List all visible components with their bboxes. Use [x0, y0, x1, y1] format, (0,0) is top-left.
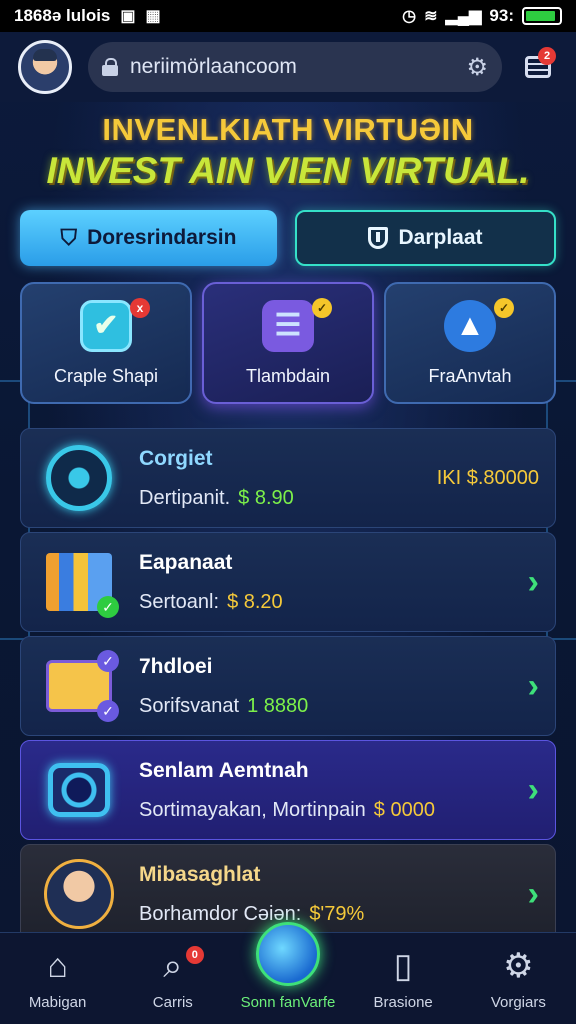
nav-label: Brasione — [373, 994, 433, 1011]
nav-badge: 0 — [185, 946, 204, 964]
url-text[interactable]: neriimörlaancoom — [130, 55, 454, 79]
list-item[interactable]: ✓ ✓ 7hdloei Sorifsvanat 1 8880 › — [20, 636, 556, 736]
category-card-3[interactable]: ▲ ✓ FraAnvtah — [384, 282, 556, 404]
hero-title-line2: INVEST AIN VIEN VIRTUAL. — [46, 150, 530, 191]
chevron-right-icon[interactable]: › — [528, 563, 539, 602]
avatar[interactable] — [18, 40, 72, 94]
row-icon-wrap — [39, 754, 119, 826]
menu-button[interactable]: 2 — [518, 47, 558, 87]
check-icon: ✓ — [97, 596, 119, 618]
secondary-action-button[interactable]: Darplaat — [295, 210, 556, 266]
list-item[interactable]: ✓ Eapanaat Sertoanl: $ 8.20 › — [20, 532, 556, 632]
chevron-right-icon[interactable]: › — [528, 875, 539, 914]
category-badge: x — [130, 298, 150, 318]
row-icon-wrap: ✓ — [39, 546, 119, 618]
row-title: 7hdloei — [139, 654, 213, 678]
status-time: 93: — [489, 6, 514, 25]
row-subtitle: Sertoanl: $ 8.20 — [139, 591, 528, 614]
row-title: Eapanaat — [139, 550, 233, 574]
row-sub-label: Borhamdor Cəiən: — [139, 902, 302, 925]
row-subtitle: Sortimayakan, Mortinpain $ 0000 — [139, 799, 528, 822]
category-row: ✔ x Craple Shapi ☰ ✓ Tlambdain ▲ ✓ FraAn… — [20, 282, 556, 404]
nav-item-settings[interactable]: ⚙ Vorgiars — [463, 946, 573, 1011]
row-amount: $ 8.20 — [227, 590, 283, 613]
nav-label: Sonn fanVarfe — [240, 994, 336, 1011]
checkbox-icon: ✔ — [80, 299, 132, 352]
action-row: ⛉ Doresrindarsin Darplaat — [20, 210, 556, 266]
nav-item-globe[interactable]: Sonn fanVarfe — [233, 922, 343, 1011]
target-icon — [46, 445, 112, 511]
row-sub-label: Sorifsvanat — [139, 694, 240, 717]
category-badge: ✓ — [312, 298, 332, 318]
row-subtitle: Dertipanit. $ 8.90 — [139, 487, 427, 510]
category-badge: ✓ — [494, 298, 514, 318]
signal-app-icon: ▣ — [120, 8, 136, 25]
row-amount: 1 8880 — [247, 694, 309, 717]
primary-action-label: Doresrindarsin — [87, 226, 237, 249]
category-card-2[interactable]: ☰ ✓ Tlambdain — [202, 282, 374, 404]
battery-icon — [522, 7, 562, 25]
row-amount: $'79% — [309, 902, 365, 925]
search-check-icon: ⌕ — [163, 946, 183, 985]
chevron-right-icon[interactable]: › — [528, 771, 539, 810]
row-right-value: IKI $.80000 — [436, 466, 539, 489]
row-amount: $ 0000 — [373, 798, 435, 821]
category-card-1[interactable]: ✔ x Craple Shapi — [20, 282, 192, 404]
home-icon: ⌂ — [47, 946, 68, 985]
row-icon-wrap — [39, 442, 119, 514]
secondary-action-label: Darplaat — [398, 226, 483, 249]
list-item[interactable]: Corgiet Dertipanit. $ 8.90 IKI $.80000 — [20, 428, 556, 528]
category-label: Tlambdain — [245, 365, 331, 386]
row-sub-label: Sortimayakan, Mortinpain — [139, 798, 366, 821]
primary-action-button[interactable]: ⛉ Doresrindarsin — [20, 210, 277, 266]
nav-item-home[interactable]: ⌂ Mabigan — [3, 946, 113, 1012]
camera-icon — [48, 763, 110, 817]
person-icon — [44, 859, 114, 929]
tablet-icon: ▯ — [393, 947, 413, 985]
check-icon: ✓ — [97, 700, 119, 722]
list-item[interactable]: Senlam Aemtnah Sortimayakan, Mortinpain $… — [20, 740, 556, 840]
shield-icon: ⛉ — [60, 225, 78, 250]
chevron-right-icon[interactable]: › — [528, 667, 539, 706]
bottom-navigation: ⌂ Mabigan ⌕ 0 Carris Sonn fanVarfe ▯ Bra… — [0, 922, 576, 1024]
row-icon-wrap — [39, 858, 119, 930]
status-left-text: 1868ə lulois — [14, 6, 111, 25]
rocket-icon: ▲ — [444, 299, 496, 352]
settings-icon[interactable]: ⚙ — [466, 53, 488, 82]
nav-label: Vorgiars — [490, 994, 546, 1011]
status-bar: 1868ə lulois ▣ ▦ ◷ ≋ ▂▄▆ 93: — [0, 0, 576, 32]
investment-list: Corgiet Dertipanit. $ 8.90 IKI $.80000 ✓ … — [20, 428, 556, 948]
gear-icon: ⚙ — [503, 947, 534, 985]
row-title: Senlam Aemtnah — [139, 758, 309, 782]
row-title: Mibasaghlat — [139, 862, 261, 886]
nav-label: Carris — [152, 994, 193, 1011]
address-bar[interactable]: neriimörlaancoom ⚙ — [88, 42, 502, 92]
image-icon: ▦ — [145, 8, 161, 25]
cell-signal-icon: ▂▄▆ — [445, 8, 482, 25]
row-sub-label: Sertoanl: — [139, 590, 220, 613]
bookmark-icon — [368, 227, 389, 249]
nav-label: Mabigan — [28, 994, 87, 1011]
alarm-icon: ◷ — [402, 8, 417, 25]
wifi-icon: ≋ — [424, 8, 438, 25]
check-icon: ✓ — [97, 650, 119, 672]
nav-item-search[interactable]: ⌕ 0 Carris — [118, 946, 228, 1011]
row-subtitle: Sorifsvanat 1 8880 — [139, 695, 528, 718]
hero-title-line1: INVENLKIATH VIRTUƏIN — [102, 112, 474, 147]
menu-badge: 2 — [538, 47, 556, 65]
row-sub-label: Dertipanit. — [139, 486, 231, 509]
row-amount: $ 8.90 — [238, 486, 294, 509]
category-label: FraAnvtah — [428, 365, 512, 386]
document-icon: ☰ — [262, 299, 314, 352]
row-icon-wrap: ✓ ✓ — [39, 650, 119, 722]
lock-icon — [102, 58, 118, 76]
category-label: Craple Shapi — [53, 365, 159, 386]
row-title: Corgiet — [139, 446, 213, 470]
globe-icon — [255, 922, 320, 986]
row-subtitle: Borhamdor Cəiən: $'79% — [139, 903, 528, 926]
nav-item-tablet[interactable]: ▯ Brasione — [348, 946, 458, 1011]
app-header: neriimörlaancoom ⚙ 2 — [0, 32, 576, 102]
battery-fill — [526, 11, 555, 21]
